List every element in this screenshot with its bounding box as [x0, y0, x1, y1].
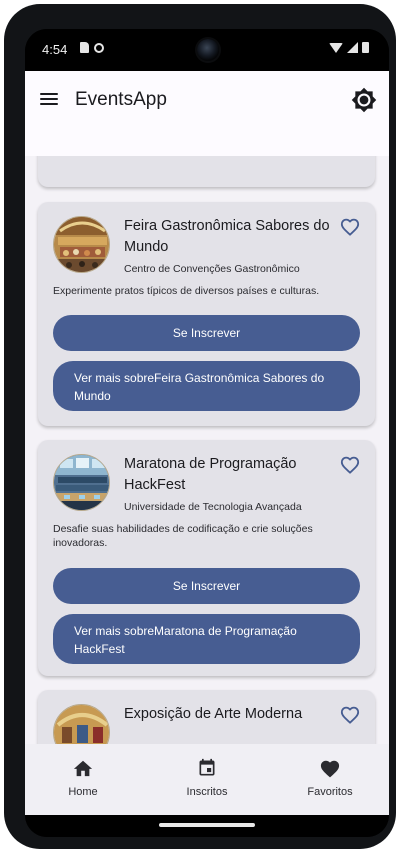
notification-icons: [80, 42, 104, 53]
event-description: Experimente pratos típicos de diversos p…: [53, 285, 320, 297]
subscribe-button[interactable]: Se Inscrever: [53, 315, 360, 351]
heart-outline-icon: [340, 706, 360, 724]
sd-card-icon: [80, 42, 89, 53]
event-title: Exposição de Arte Moderna: [124, 706, 303, 722]
device-frame: 4:54 EventsApp Feira Gastronômica Sabore…: [4, 4, 396, 849]
event-thumbnail: [53, 454, 110, 511]
subscribe-button[interactable]: Se Inscrever: [53, 568, 360, 604]
menu-button[interactable]: [38, 90, 60, 108]
heart-outline-icon: [340, 218, 360, 236]
more-info-button[interactable]: Ver mais sobreMaratona de Programação Ha…: [53, 614, 360, 664]
event-card-previous: [38, 156, 375, 187]
event-title: Maratona de Programação HackFest: [124, 456, 297, 493]
screen: 4:54 EventsApp Feira Gastronômica Sabore…: [25, 29, 389, 837]
more-info-button[interactable]: Ver mais sobreFeira Gastronômica Sabores…: [53, 361, 360, 411]
event-thumbnail: [53, 704, 110, 744]
favorite-button[interactable]: [339, 216, 363, 238]
brightness-icon: [351, 87, 377, 113]
status-time: 4:54: [42, 42, 68, 57]
nav-home[interactable]: Home: [43, 758, 123, 798]
app-title: EventsApp: [75, 89, 167, 110]
nav-favorites[interactable]: Favoritos: [290, 758, 370, 798]
event-venue: Universidade de Tecnologia Avançada: [124, 501, 302, 513]
top-app-bar: EventsApp: [25, 71, 389, 156]
event-card: Exposição de Arte Moderna: [38, 690, 375, 744]
battery-icon: [362, 42, 369, 53]
status-bar: 4:54: [25, 29, 389, 71]
event-thumbnail: [53, 216, 110, 273]
bottom-navigation: Home Inscritos Favoritos: [25, 744, 389, 815]
theme-toggle-button[interactable]: [351, 87, 377, 113]
nav-subscribed[interactable]: Inscritos: [167, 758, 247, 798]
home-icon: [73, 760, 93, 777]
nav-favorites-label: Favoritos: [307, 786, 353, 798]
favorite-button[interactable]: [339, 454, 363, 476]
sync-icon: [94, 43, 104, 53]
event-card: Feira Gastronômica Sabores do Mundo Cent…: [38, 202, 375, 426]
system-icons: [329, 42, 369, 53]
menu-icon: [40, 93, 58, 95]
favorite-button[interactable]: [339, 704, 363, 726]
event-description: Desafie suas habilidades de codificação …: [53, 523, 313, 549]
calendar-icon: [199, 758, 215, 776]
nav-home-label: Home: [68, 786, 98, 798]
signal-icon: [347, 42, 358, 53]
home-indicator[interactable]: [159, 823, 255, 827]
heart-outline-icon: [340, 456, 360, 474]
event-venue: Centro de Convenções Gastronômico: [124, 263, 300, 275]
gesture-bar: [25, 815, 389, 837]
heart-icon: [320, 760, 340, 778]
nav-subscribed-label: Inscritos: [186, 786, 228, 798]
event-list[interactable]: Feira Gastronômica Sabores do Mundo Cent…: [25, 156, 389, 744]
wifi-icon: [329, 42, 343, 53]
event-card: Maratona de Programação HackFest Univers…: [38, 440, 375, 676]
event-title: Feira Gastronômica Sabores do Mundo: [124, 218, 330, 255]
front-camera: [197, 39, 219, 61]
